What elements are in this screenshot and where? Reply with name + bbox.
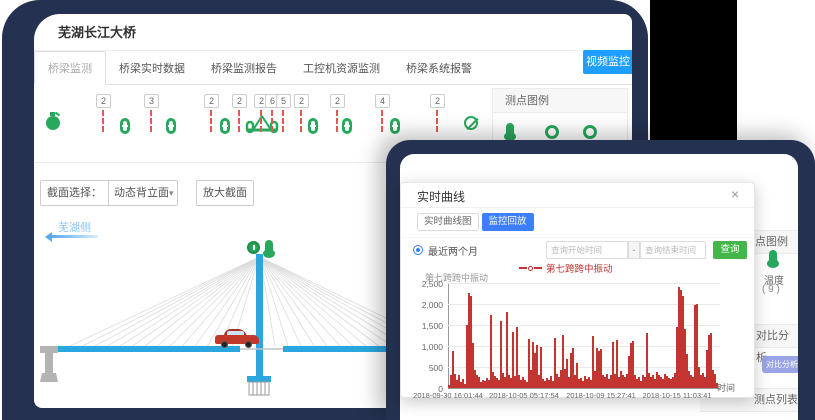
y-tick-label: 2,000 [405, 300, 443, 310]
sensor-circle-icon [583, 125, 597, 139]
thermometer-icon [506, 123, 514, 136]
sensor-dashed-line [150, 110, 152, 132]
y-tick-label: 1,500 [405, 321, 443, 331]
ban-icon[interactable] [464, 116, 478, 130]
sensor-count-badge: 2 [430, 94, 445, 108]
last-two-months-radio[interactable] [413, 245, 423, 255]
realtime-curve-dialog: 实时曲线 × 实时曲线图监控回放 最近两个月 - 查询 第七跨跨中振动 第七跨跨… [400, 182, 755, 398]
chain-link-icon[interactable] [390, 118, 400, 134]
chevron-down-icon: ▾ [169, 181, 174, 205]
query-button[interactable]: 查询 [713, 241, 747, 259]
x-tick-label: 2018-09-30 16:01:44 [413, 391, 483, 400]
tab-3[interactable]: 工控机资源监测 [290, 52, 393, 84]
x-tick-label: 2018-10-09 15:27:41 [566, 391, 636, 400]
dialog-tab-bar: 实时曲线图监控回放 [417, 213, 537, 231]
x-axis-line [448, 388, 720, 389]
crane-icon[interactable] [245, 114, 279, 134]
tab-2[interactable]: 桥梁监测报告 [198, 52, 290, 84]
dialog-header-divider [401, 207, 754, 208]
gridline [448, 283, 720, 284]
legend-marker-icon [528, 266, 533, 271]
compare-analysis-button[interactable]: 对比分析 [762, 356, 798, 373]
bridge-side-label: 芜湖侧 [58, 219, 91, 235]
section-select-group: 截面选择： 动态背立面 ▾ [40, 180, 178, 206]
section-select-value: 动态背立面 [114, 181, 169, 205]
left-arrow-icon [52, 235, 98, 238]
car-image [215, 329, 259, 349]
dialog-tabs-divider [401, 237, 754, 238]
y-tick-label: 1,000 [405, 342, 443, 352]
chain-link-icon[interactable] [342, 118, 352, 134]
sensor-count-badge: 2 [96, 94, 111, 108]
sensor-count-badge: 4 [375, 94, 390, 108]
screen: 芜湖长江大桥 桥梁监测桥梁实时数据桥梁监测报告工控机资源监测桥梁系统报警 视频监… [0, 0, 815, 420]
range-separator: - [628, 241, 640, 259]
chain-link-icon[interactable] [220, 118, 230, 134]
page-title: 芜湖长江大桥 [58, 22, 136, 41]
tab-1[interactable]: 桥梁实时数据 [106, 52, 198, 84]
section-select[interactable]: 动态背立面 ▾ [108, 181, 179, 205]
section-select-label: 截面选择： [41, 181, 108, 205]
stopwatch-icon[interactable] [46, 116, 60, 130]
black-background-block [650, 0, 737, 142]
x-tick-label: 2018-10-05 05:17:54 [489, 391, 559, 400]
legend-label: 第七跨跨中振动 [546, 261, 613, 275]
y-tick-label: 2,500 [405, 279, 443, 289]
end-time-input[interactable] [640, 241, 706, 259]
last-two-months-label: 最近两个月 [428, 243, 478, 258]
dialog-tab-1[interactable]: 监控回放 [482, 213, 534, 231]
main-tab-bar: 桥梁监测桥梁实时数据桥梁监测报告工控机资源监测桥梁系统报警 [34, 54, 632, 85]
sensor-circle-icon [545, 125, 559, 139]
tab-4[interactable]: 桥梁系统报警 [393, 52, 485, 84]
sensor-dashed-line [271, 110, 273, 132]
sensor-count-badge: 5 [276, 94, 291, 108]
chain-link-icon[interactable] [120, 118, 130, 134]
sensor-count-badge: 2 [232, 94, 247, 108]
temperature-icon[interactable] [769, 250, 777, 263]
sensor-dashed-line [260, 110, 262, 132]
sensor-dashed-line [436, 110, 438, 132]
x-tick-label: 2018-10-15 11:03:41 [642, 391, 711, 400]
video-monitor-button[interactable]: 视频监控 [583, 50, 632, 74]
sensor-dashed-line [238, 110, 240, 132]
header-divider [34, 50, 632, 51]
tab-0[interactable]: 桥梁监测 [34, 51, 106, 85]
sensor-count-badge: 2 [294, 94, 309, 108]
legend-panel-title: 测点图例 [493, 89, 627, 113]
start-time-input[interactable] [546, 241, 628, 259]
chart-legend[interactable]: 第七跨跨中振动 [519, 261, 613, 275]
dialog-title: 实时曲线 [417, 188, 465, 205]
vibration-chart [448, 283, 720, 388]
x-axis-title: 时间 [717, 381, 735, 394]
tower-clock-icon[interactable] [247, 241, 260, 254]
sensor-count-badge: 2 [330, 94, 345, 108]
sensor-dashed-line [300, 110, 302, 132]
sensor-dashed-line [210, 110, 212, 132]
tower-thermometer-icon[interactable] [265, 240, 273, 253]
close-icon[interactable]: × [731, 186, 739, 202]
sensor-dashed-line [381, 110, 383, 132]
chain-link-icon[interactable] [308, 118, 318, 134]
dialog-tab-0[interactable]: 实时曲线图 [417, 213, 479, 231]
enlarge-section-button[interactable]: 放大截面 [196, 180, 254, 206]
temperature-count: ( 9 ) [762, 284, 780, 295]
chain-link-icon[interactable] [166, 118, 176, 134]
sensor-dashed-line [102, 110, 104, 132]
sensor-count-badge: 2 [204, 94, 219, 108]
sensor-count-badge: 3 [144, 94, 159, 108]
sensor-dashed-line [336, 110, 338, 132]
y-tick-label: 500 [405, 363, 443, 373]
sensor-dashed-line [282, 110, 284, 132]
y-axis-line [448, 283, 449, 388]
